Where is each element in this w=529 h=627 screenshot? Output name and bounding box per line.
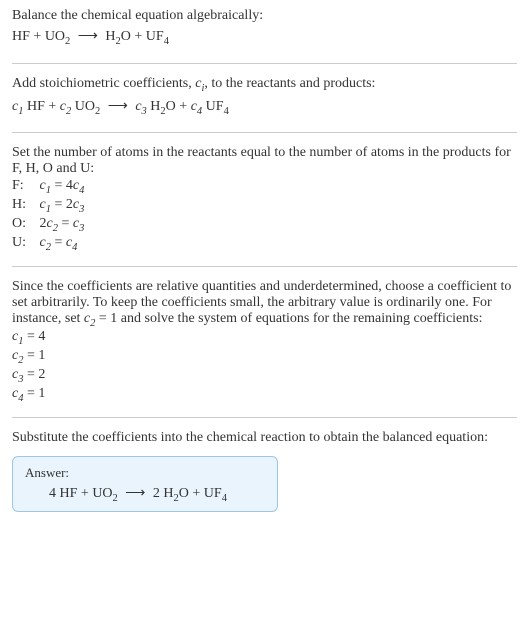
reactant-uo2: UO2 xyxy=(45,29,70,44)
atom-label-o: O: xyxy=(12,216,36,232)
solved-c3: c3 = 2 xyxy=(12,367,517,385)
atom-balance-section: Set the number of atoms in the reactants… xyxy=(12,145,517,266)
atom-row-f: F: c1 = 4c4 xyxy=(12,178,517,196)
answer-section: Substitute the coefficients into the che… xyxy=(12,430,517,513)
atom-label-u: U: xyxy=(12,235,36,251)
reactant-uo2: UO2 xyxy=(92,486,117,501)
atom-row-o: O: 2c2 = c3 xyxy=(12,216,517,234)
reactant-hf: HF xyxy=(12,29,30,44)
atom-label-f: F: xyxy=(12,178,36,194)
product-uf4: UF4 xyxy=(204,486,227,501)
atoms-intro: Set the number of atoms in the reactants… xyxy=(12,145,517,177)
answer-label: Answer: xyxy=(25,465,265,481)
product-h2o: H2O xyxy=(163,486,189,501)
arrow-icon: ⟶ xyxy=(108,98,128,115)
unbalanced-equation: HF + UO2 ⟶ H2O + UF4 xyxy=(12,28,517,47)
solved-c4: c4 = 1 xyxy=(12,386,517,404)
choose-text: Since the coefficients are relative quan… xyxy=(12,279,517,329)
solved-c1: c1 = 4 xyxy=(12,329,517,347)
intro-text: Balance the chemical equation algebraica… xyxy=(12,8,517,24)
answer-box: Answer: 4 HF + UO2 ⟶ 2 H2O + UF4 xyxy=(12,456,278,513)
product-h2o: H2O xyxy=(105,29,131,44)
arrow-icon: ⟶ xyxy=(125,485,145,502)
solve-section: Since the coefficients are relative quan… xyxy=(12,279,517,418)
solved-c2: c2 = 1 xyxy=(12,348,517,366)
arrow-icon: ⟶ xyxy=(78,28,98,45)
reactant-hf: HF xyxy=(60,486,78,501)
substitute-text: Substitute the coefficients into the che… xyxy=(12,430,517,446)
intro-section: Balance the chemical equation algebraica… xyxy=(12,8,517,64)
coefficients-section: Add stoichiometric coefficients, ci, to … xyxy=(12,76,517,134)
atom-row-u: U: c2 = c4 xyxy=(12,235,517,253)
plus-sign: + xyxy=(33,29,44,44)
plus-sign: + xyxy=(134,29,145,44)
balanced-equation: 4 HF + UO2 ⟶ 2 H2O + UF4 xyxy=(49,485,265,504)
atom-label-h: H: xyxy=(12,197,36,213)
coeffs-intro: Add stoichiometric coefficients, ci, to … xyxy=(12,76,517,94)
atom-row-h: H: c1 = 2c3 xyxy=(12,197,517,215)
product-uf4: UF4 xyxy=(146,29,169,44)
coeff-equation: c1 HF + c2 UO2 ⟶ c3 H2O + c4 UF4 xyxy=(12,98,517,117)
